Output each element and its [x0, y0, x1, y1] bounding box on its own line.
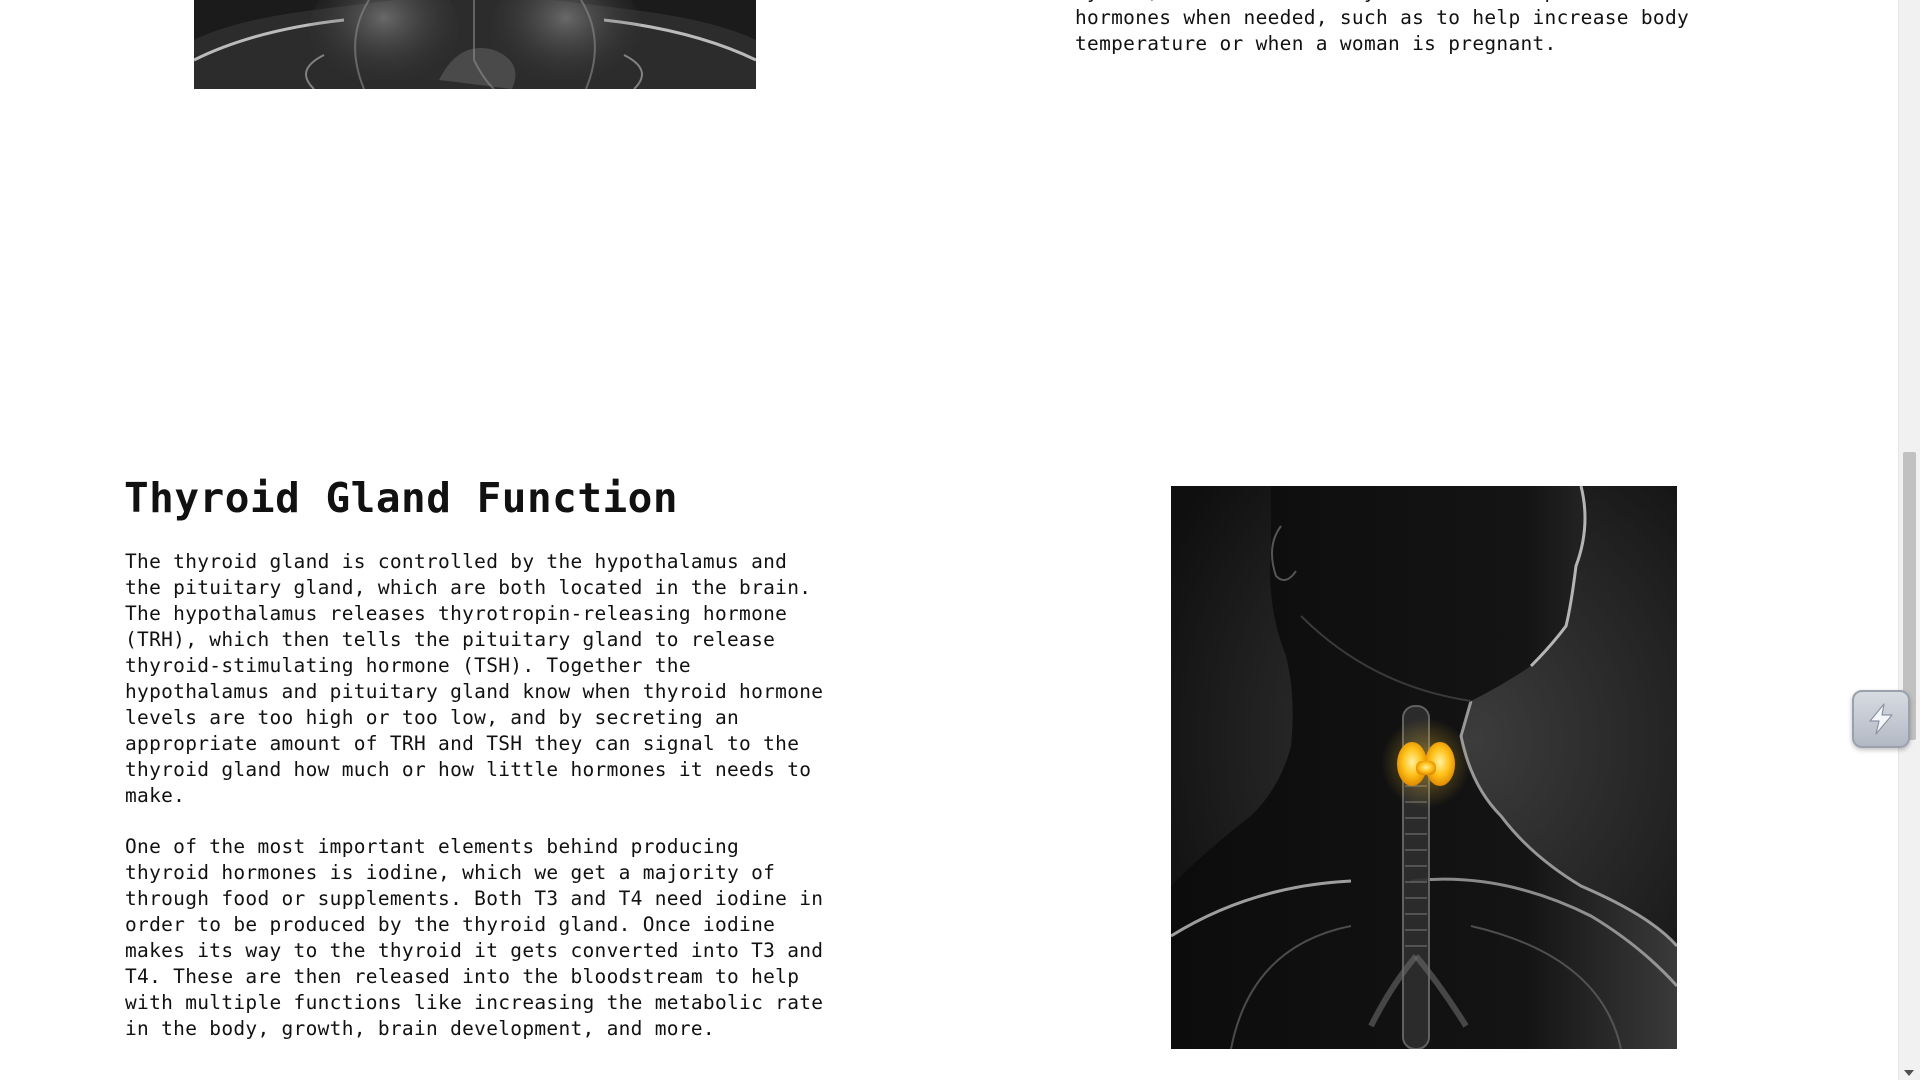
section-title: Thyroid Gland Function — [124, 474, 679, 522]
scroll-down-arrow-icon[interactable] — [1904, 1070, 1914, 1076]
vertical-scrollbar[interactable] — [1898, 0, 1920, 1080]
page: cycles, and more. The thyroid can also p… — [0, 0, 1899, 1080]
intro-paragraph-tail: cycles, and more. The thyroid can also p… — [1075, 0, 1690, 55]
section-paragraph-2: One of the most important elements behin… — [125, 835, 824, 1040]
lightning-bolt-icon — [1869, 703, 1893, 735]
section-paragraph-1: The thyroid gland is controlled by the h… — [125, 550, 824, 807]
xray-torso-image — [194, 0, 756, 89]
thyroid-anatomy-image — [1171, 486, 1677, 1049]
floating-assistant-button[interactable] — [1852, 690, 1910, 748]
